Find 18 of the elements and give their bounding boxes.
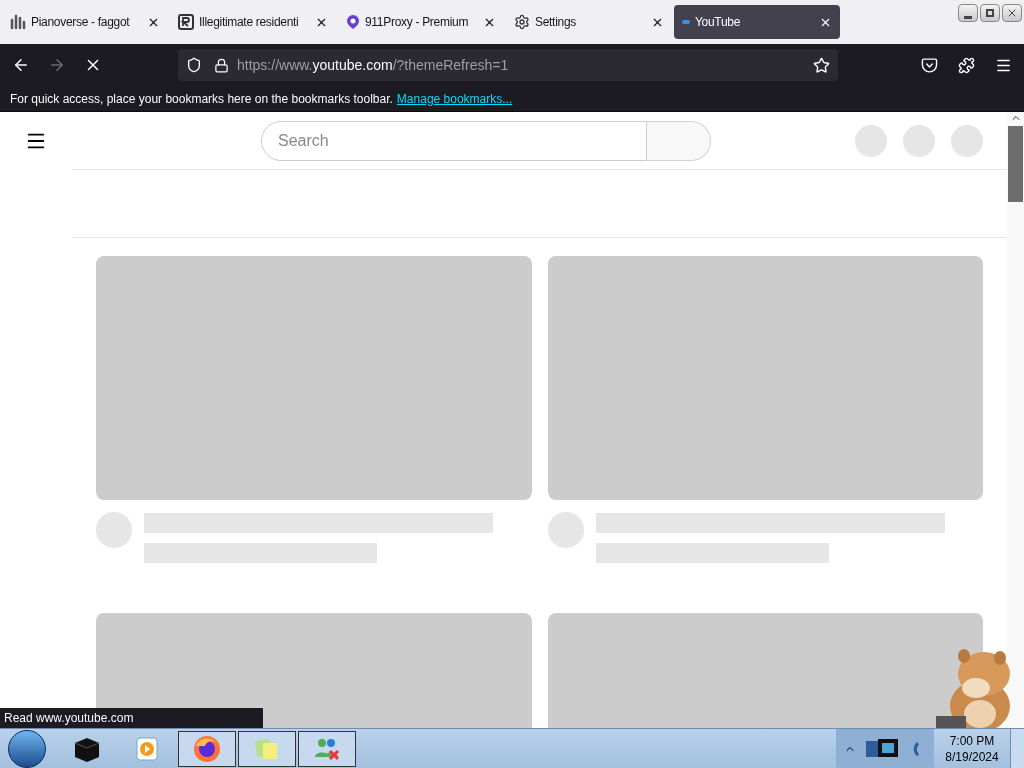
- browser-tab[interactable]: 911Proxy - Premium: [338, 5, 504, 39]
- tab-title: Illegitimate residenti: [199, 14, 299, 31]
- clock[interactable]: 7:00 PM 8/19/2024: [934, 732, 1010, 765]
- url-text: https://www.youtube.com/?themeRefresh=1: [237, 55, 510, 75]
- browser-tab[interactable]: Settings: [506, 5, 672, 39]
- tab-title: 911Proxy - Premium: [365, 14, 469, 31]
- address-bar[interactable]: https://www.youtube.com/?themeRefresh=1: [178, 49, 838, 81]
- tab-title: Pianoverse - faggot: [31, 14, 130, 31]
- browser-tab[interactable]: Pianoverse - faggot: [2, 5, 168, 39]
- tab-title: Settings: [535, 14, 576, 31]
- bookmarks-hint: For quick access, place your bookmarks here on the bookmarks toolbar.: [10, 90, 393, 108]
- clock-time: 7:00 PM: [949, 732, 995, 749]
- clock-date: 8/19/2024: [945, 748, 999, 765]
- status-tooltip: Read www.youtube.com: [0, 708, 263, 728]
- tab-title: YouTube: [695, 14, 741, 31]
- browser-tab[interactable]: Illegitimate residenti: [170, 5, 336, 39]
- browser-tab[interactable]: YouTube: [674, 5, 840, 39]
- manage-bookmarks-link[interactable]: Manage bookmarks...: [396, 89, 513, 108]
